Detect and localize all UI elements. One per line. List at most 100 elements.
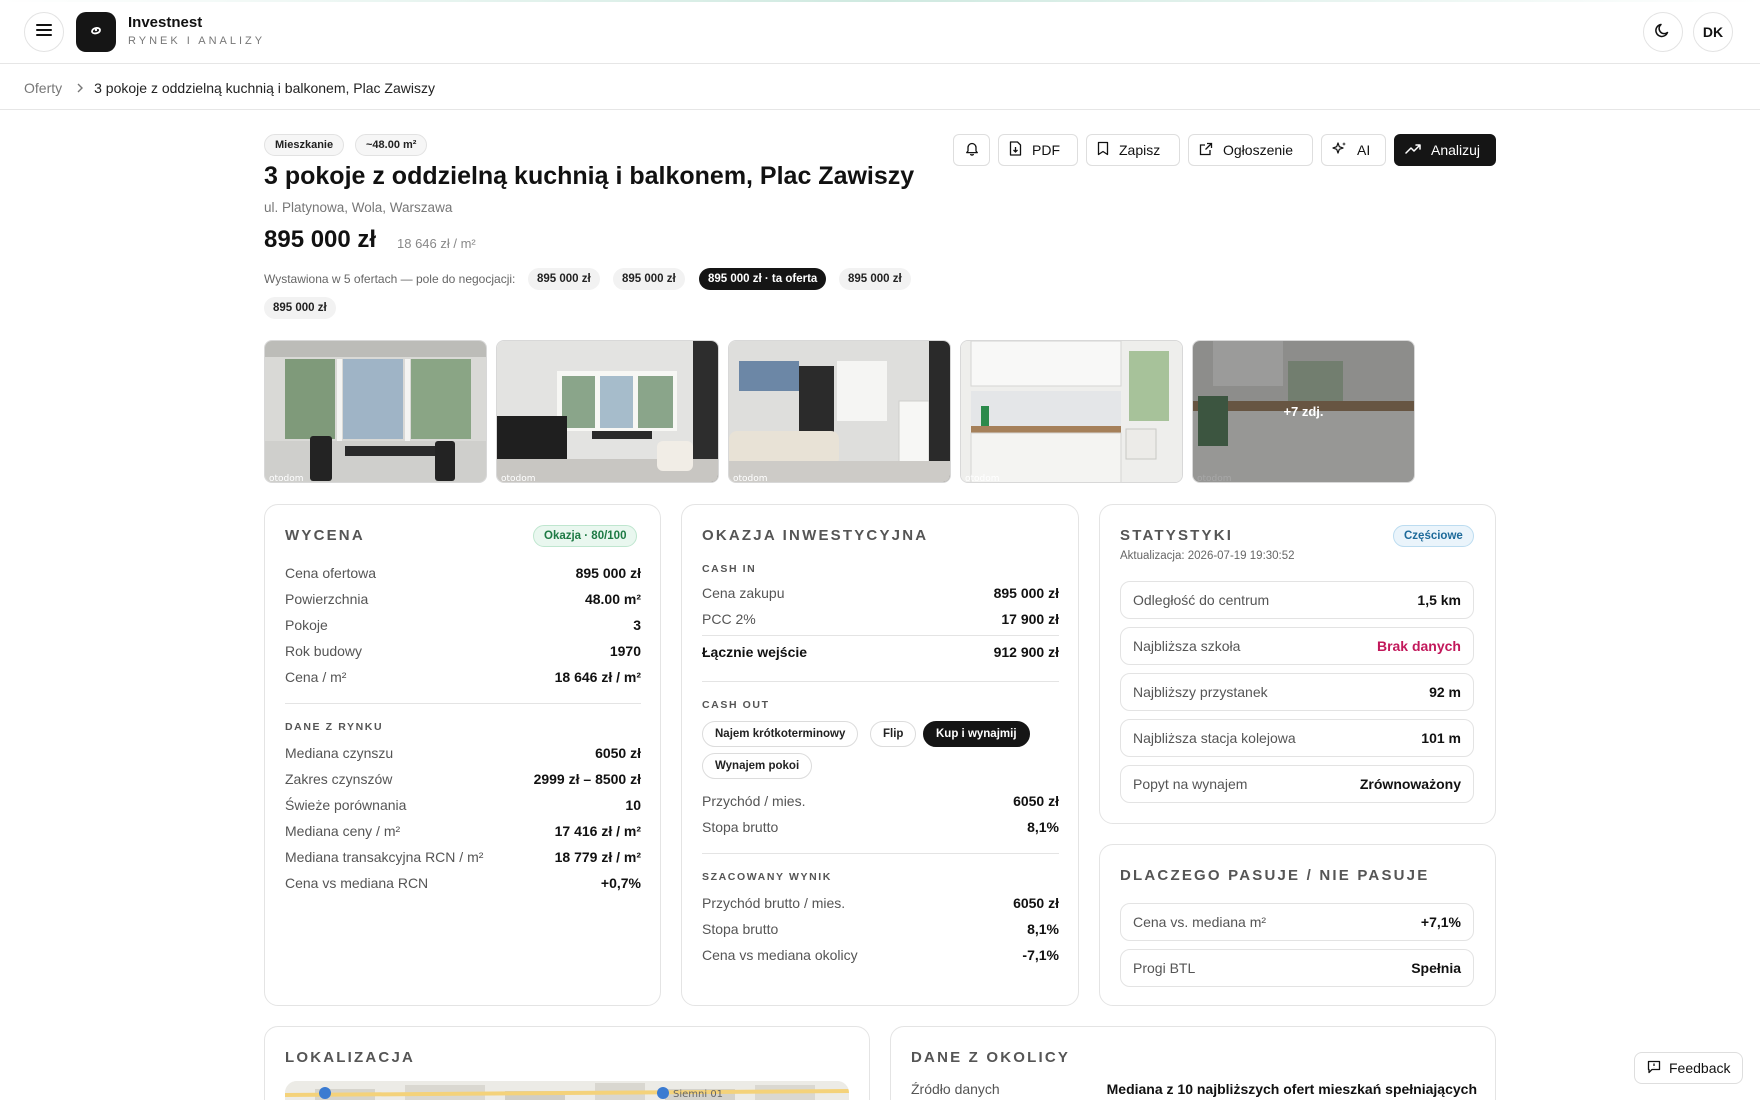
bell-icon <box>965 141 979 159</box>
analyze-button-label: Analizuj <box>1431 142 1481 158</box>
valuation-title: WYCENA <box>285 527 365 544</box>
gallery-photo[interactable]: otodom <box>496 340 719 483</box>
cash-out-row: Stopa brutto 8,1% <box>702 819 1059 835</box>
market-row: Zakres czynszów 2999 zł – 8500 zł <box>285 771 641 787</box>
total-entry-row: Łącznie wejście 912 900 zł <box>702 644 1059 660</box>
fit-row: Progi BTL Spełnia <box>1120 949 1474 987</box>
message-icon <box>1647 1060 1661 1077</box>
market-row: Mediana ceny / m² 17 416 zł / m² <box>285 823 641 839</box>
bookmark-icon <box>1097 141 1109 159</box>
strategy-tag-short-term[interactable]: Najem krótkoterminowy <box>702 721 859 747</box>
offer-pill[interactable]: 895 000 zł <box>528 268 600 290</box>
strategy-tag-buy-to-let[interactable]: Kup i wynajmij <box>923 721 1030 747</box>
offer-pill[interactable]: 895 000 zł <box>264 297 336 319</box>
offer-pill-current[interactable]: 895 000 zł · ta oferta <box>699 268 827 290</box>
open-listing-button[interactable]: Ogłoszenie <box>1188 134 1313 166</box>
offer-pill[interactable]: 895 000 zł <box>839 268 911 290</box>
market-data-label: DANE Z RYNKU <box>285 721 384 733</box>
trending-up-icon <box>1405 142 1421 158</box>
fit-row: Cena vs. mediana m² +7,1% <box>1120 903 1474 941</box>
stats-card: STATYSTYKI Częściowe Aktualizacja: 2026-… <box>1099 504 1496 824</box>
location-map[interactable]: Siemni 01 <box>285 1081 849 1100</box>
swirl-logo-icon <box>87 21 105 44</box>
market-row: Mediana czynszu 6050 zł <box>285 745 641 761</box>
fit-title: DLACZEGO PASUJE / NIE PASUJE <box>1120 867 1430 884</box>
svg-text:otodom: otodom <box>733 474 768 483</box>
partial-data-badge: Częściowe <box>1393 525 1474 547</box>
svg-text:otodom: otodom <box>501 474 536 483</box>
location-title: LOKALIZACJA <box>285 1049 416 1066</box>
listing-address: ul. Platynowa, Wola, Warszawa <box>264 200 453 215</box>
opportunity-score-badge: Okazja · 80/100 <box>533 525 638 547</box>
strategy-tag-room-rental[interactable]: Wynajem pokoi <box>702 753 813 779</box>
valuation-row: Pokoje 3 <box>285 617 641 633</box>
feedback-label: Feedback <box>1669 1060 1731 1076</box>
valuation-row: Cena / m² 18 646 zł / m² <box>285 669 641 685</box>
ai-button[interactable]: AI <box>1321 134 1386 166</box>
alert-button[interactable] <box>953 134 990 166</box>
neighborhood-card: DANE Z OKOLICY Źródło danych Mediana z 10… <box>890 1026 1496 1100</box>
brand-name: Investnest <box>128 14 203 31</box>
listing-title: 3 pokoje z oddzielną kuchnią i balkonem,… <box>264 162 915 190</box>
location-card: LOKALIZACJA Siemni 01 <box>264 1026 870 1100</box>
estimate-row: Przychód brutto / mies. 6050 zł <box>702 895 1059 911</box>
breadcrumb-root-link[interactable]: Oferty <box>24 80 62 96</box>
gallery-photo[interactable]: otodom <box>960 340 1183 483</box>
top-bar: Investnest RYNEK I ANALIZY DK <box>0 0 1760 64</box>
open-listing-button-label: Ogłoszenie <box>1223 142 1294 158</box>
offers-label: Wystawiona w 5 ofertach — pole do negocj… <box>264 272 516 286</box>
breadcrumb-divider <box>0 109 1760 110</box>
cash-in-label: CASH IN <box>702 563 757 575</box>
more-photos-label: +7 zdj. <box>1193 341 1414 482</box>
map-label: Siemni 01 <box>673 1089 723 1100</box>
gallery-photo[interactable]: otodom <box>264 340 487 483</box>
theme-toggle-button[interactable] <box>1643 12 1683 52</box>
hamburger-icon <box>36 23 52 42</box>
brand-logo[interactable] <box>76 12 116 52</box>
valuation-row: Powierzchnia 48.00 m² <box>285 591 641 607</box>
svg-text:otodom: otodom <box>269 474 304 483</box>
estimate-row: Cena vs mediana okolicy -7,1% <box>702 947 1059 963</box>
valuation-row: Rok budowy 1970 <box>285 643 641 659</box>
estimate-label: SZACOWANY WYNIK <box>702 871 832 883</box>
sparkles-icon <box>1332 141 1347 159</box>
market-row: Świeże porównania 10 <box>285 797 641 813</box>
listing-price: 895 000 zł <box>264 226 377 253</box>
investment-title: OKAZJA INWESTYCYJNA <box>702 527 929 544</box>
analyze-button[interactable]: Analizuj <box>1394 134 1496 166</box>
gallery-photo-more[interactable]: otodom +7 zdj. <box>1192 340 1415 483</box>
market-row: Mediana transakcyjna RCN / m² 18 779 zł /… <box>285 849 641 865</box>
market-row: Cena vs mediana RCN +0,7% <box>285 875 641 891</box>
area-chip: ~48.00 m² <box>355 134 428 156</box>
ai-button-label: AI <box>1357 142 1371 158</box>
stat-row: Najbliższa stacja kolejowa 101 m <box>1120 719 1474 757</box>
cash-out-row: Przychód / mies. 6050 zł <box>702 793 1059 809</box>
external-link-icon <box>1199 142 1213 159</box>
divider <box>702 635 1059 636</box>
cash-in-row: PCC 2% 17 900 zł <box>702 611 1059 627</box>
valuation-card: WYCENA Okazja · 80/100 Cena ofertowa 895 … <box>264 504 661 1006</box>
pdf-button[interactable]: PDF <box>998 134 1078 166</box>
property-type-chip: Mieszkanie <box>264 134 345 156</box>
stats-updated: Aktualizacja: 2026-07-19 19:30:52 <box>1120 550 1295 562</box>
strategy-tag-flip[interactable]: Flip <box>870 721 917 747</box>
menu-button[interactable] <box>24 12 64 52</box>
price-per-m2: 18 646 zł / m² <box>397 236 476 251</box>
breadcrumb: Oferty 3 pokoje z oddzielną kuchnią i ba… <box>24 78 435 98</box>
neighborhood-title: DANE Z OKOLICY <box>911 1049 1071 1066</box>
offer-pill[interactable]: 895 000 zł <box>613 268 685 290</box>
stats-title: STATYSTYKI <box>1120 527 1234 544</box>
cash-in-row: Cena zakupu 895 000 zł <box>702 585 1059 601</box>
feedback-button[interactable]: Feedback <box>1634 1052 1744 1084</box>
save-button[interactable]: Zapisz <box>1086 134 1180 166</box>
estimate-row: Stopa brutto 8,1% <box>702 921 1059 937</box>
gallery-photo[interactable]: otodom <box>728 340 951 483</box>
chevron-right-icon <box>76 83 84 93</box>
investment-card: OKAZJA INWESTYCYJNA CASH IN Cena zakupu 8… <box>681 504 1079 1006</box>
stat-row: Najbliższa szkoła Brak danych <box>1120 627 1474 665</box>
divider <box>702 681 1059 682</box>
brand-subtitle: RYNEK I ANALIZY <box>128 35 266 47</box>
user-avatar[interactable]: DK <box>1693 12 1733 52</box>
save-button-label: Zapisz <box>1119 142 1161 158</box>
breadcrumb-current: 3 pokoje z oddzielną kuchnią i balkonem,… <box>94 80 435 96</box>
